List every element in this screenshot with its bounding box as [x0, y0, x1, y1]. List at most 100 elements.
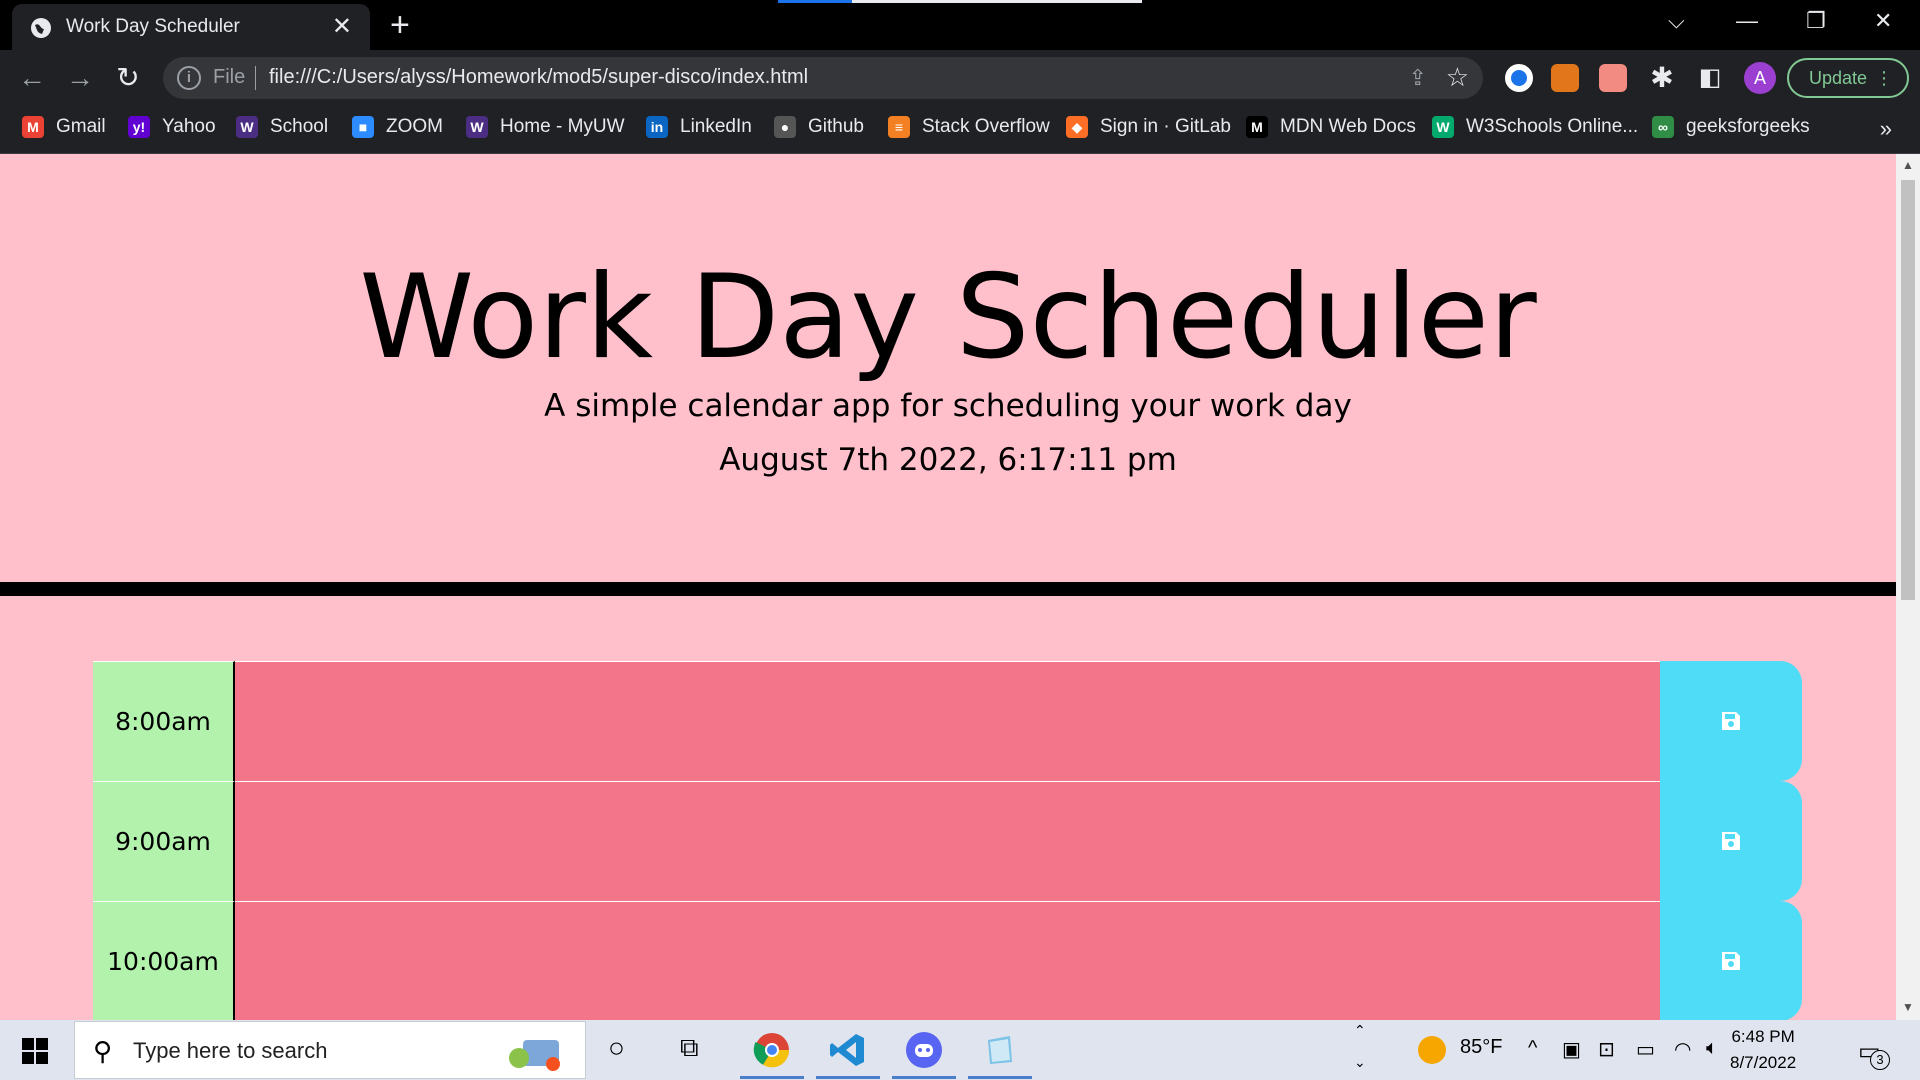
bookmark-label: Home - MyUW	[500, 116, 625, 137]
scrollbar-thumb[interactable]	[1901, 180, 1915, 600]
bookmark-favicon-icon: M	[22, 116, 44, 138]
wifi-icon[interactable]: ◠	[1674, 1037, 1691, 1062]
share-icon[interactable]: ⇪	[1409, 65, 1427, 91]
bookmark-item[interactable]: M Gmail	[22, 116, 106, 138]
bookmark-label: Yahoo	[162, 116, 216, 137]
save-button[interactable]	[1660, 781, 1802, 901]
bookmark-star-icon[interactable]: ☆	[1446, 62, 1469, 93]
time-block-row: 9:00am	[93, 781, 1802, 901]
clock-time: 6:48 PM	[1731, 1027, 1795, 1046]
more-bookmarks-icon[interactable]: »	[1880, 116, 1892, 142]
save-button[interactable]	[1660, 901, 1802, 1020]
info-icon[interactable]: i	[177, 66, 201, 90]
display-icon[interactable]: ⊡	[1598, 1037, 1615, 1062]
minimize-icon[interactable]: —	[1736, 8, 1758, 34]
bookmark-favicon-icon: ●	[774, 116, 796, 138]
clock-date: 8/7/2022	[1730, 1053, 1797, 1072]
bookmark-favicon-icon: ∞	[1652, 116, 1674, 138]
bookmark-item[interactable]: W Home - MyUW	[466, 116, 625, 138]
current-day: August 7th 2022, 6:17:11 pm	[719, 442, 1177, 478]
bookmark-item[interactable]: M MDN Web Docs	[1246, 116, 1416, 138]
screen-recorder-icon[interactable]	[1599, 64, 1627, 92]
bookmark-item[interactable]: ≡ Stack Overflow	[888, 116, 1050, 138]
event-description-input[interactable]	[235, 661, 1660, 781]
bookmark-label: Gmail	[56, 116, 106, 137]
bookmark-item[interactable]: W W3Schools Online...	[1432, 116, 1638, 138]
loading-indicator	[778, 0, 1142, 3]
bookmark-item[interactable]: ◆ Sign in · GitLab	[1066, 116, 1231, 138]
weather-sun-icon	[1418, 1036, 1446, 1064]
meet-now-icon[interactable]: ▣	[1562, 1037, 1581, 1062]
event-description-input[interactable]	[235, 781, 1660, 901]
bookmark-label: Github	[808, 116, 864, 137]
reload-icon[interactable]: ↻	[112, 62, 144, 94]
vscode-icon[interactable]	[828, 1030, 868, 1070]
bookmark-item[interactable]: ■ ZOOM	[352, 116, 443, 138]
scroll-down-icon[interactable]: ▼	[1902, 1000, 1914, 1014]
active-app-indicator	[740, 1076, 804, 1079]
restore-icon[interactable]: ❐	[1806, 8, 1826, 34]
hour-label: 9:00am	[93, 781, 235, 901]
bookmark-item[interactable]: ∞ geeksforgeeks	[1652, 116, 1810, 138]
show-hidden-icons-icon[interactable]: ^	[1528, 1037, 1537, 1060]
extension-icon[interactable]	[1505, 64, 1533, 92]
bookmark-item[interactable]: y! Yahoo	[128, 116, 216, 138]
windows-start-icon[interactable]	[22, 1038, 48, 1064]
taskbar-scroll-up-icon[interactable]: ⌃	[1354, 1022, 1366, 1039]
bookmark-favicon-icon: ≡	[888, 116, 910, 138]
volume-icon[interactable]: 🔈︎	[1706, 1037, 1718, 1060]
browser-tab[interactable]: Work Day Scheduler ✕	[12, 4, 370, 50]
active-app-indicator	[968, 1076, 1032, 1079]
address-bar[interactable]: i File file:///C:/Users/alyss/Homework/m…	[163, 57, 1483, 99]
save-icon	[1722, 952, 1740, 970]
forward-arrow-icon[interactable]: →	[64, 62, 96, 94]
search-icon: ⚲	[93, 1036, 113, 1066]
bookmark-item[interactable]: in LinkedIn	[646, 116, 752, 138]
page-title: Work Day Scheduler	[359, 250, 1537, 385]
avatar[interactable]: A	[1744, 62, 1776, 94]
back-arrow-icon[interactable]: ←	[16, 62, 48, 94]
bookmark-favicon-icon: in	[646, 116, 668, 138]
omnibox-separator	[255, 66, 256, 90]
chrome-icon[interactable]	[752, 1030, 792, 1070]
battery-icon[interactable]: ▭	[1636, 1037, 1655, 1062]
weather-temperature[interactable]: 85°F	[1460, 1036, 1502, 1059]
bookmark-favicon-icon: M	[1246, 116, 1268, 138]
event-description-input[interactable]	[235, 901, 1660, 1020]
notepad-icon[interactable]	[980, 1030, 1020, 1070]
bookmark-label: LinkedIn	[680, 116, 752, 137]
new-tab-button[interactable]: +	[390, 6, 410, 44]
url-text[interactable]: file:///C:/Users/alyss/Homework/mod5/sup…	[269, 66, 808, 89]
page-scrollbar[interactable]: ▲ ▼	[1896, 154, 1920, 1020]
hour-label: 10:00am	[93, 901, 235, 1020]
puzzle-icon[interactable]: ✱	[1646, 62, 1678, 94]
taskbar-search-box[interactable]: ⚲ Type here to search	[74, 1021, 586, 1079]
side-panel-icon[interactable]: ◧	[1694, 62, 1726, 94]
bookmark-label: MDN Web Docs	[1280, 116, 1416, 137]
clock[interactable]: 6:48 PM 8/7/2022	[1730, 1024, 1796, 1076]
bookmark-favicon-icon: W	[1432, 116, 1454, 138]
timeblocks-container: 8:00am 9:00am 10:00am	[93, 661, 1802, 1020]
tab-search-icon[interactable]: ⌵	[1668, 8, 1685, 34]
update-button[interactable]: Update ⋮	[1787, 58, 1909, 98]
cortana-icon[interactable]: ○	[608, 1032, 625, 1064]
bookmark-item[interactable]: ● Github	[774, 116, 864, 138]
url-scheme: File	[213, 66, 246, 88]
save-icon	[1722, 712, 1740, 730]
search-placeholder: Type here to search	[133, 1038, 328, 1063]
close-tab-icon[interactable]: ✕	[332, 12, 352, 41]
tab-title: Work Day Scheduler	[66, 16, 240, 37]
task-view-icon[interactable]: ⧉	[680, 1032, 699, 1064]
globe-icon	[31, 18, 51, 38]
active-app-indicator	[892, 1076, 956, 1079]
bookmark-item[interactable]: W School	[236, 116, 328, 138]
taskbar-scroll-down-icon[interactable]: ⌄	[1354, 1054, 1366, 1071]
save-button[interactable]	[1660, 661, 1802, 781]
bookmark-label: Stack Overflow	[922, 116, 1050, 137]
notification-count-badge: 3	[1870, 1050, 1890, 1070]
close-window-icon[interactable]: ✕	[1874, 8, 1892, 34]
metamask-icon[interactable]	[1551, 64, 1579, 92]
scroll-up-icon[interactable]: ▲	[1902, 158, 1914, 172]
discord-icon[interactable]	[904, 1030, 944, 1070]
bookmark-label: Sign in · GitLab	[1100, 116, 1231, 137]
